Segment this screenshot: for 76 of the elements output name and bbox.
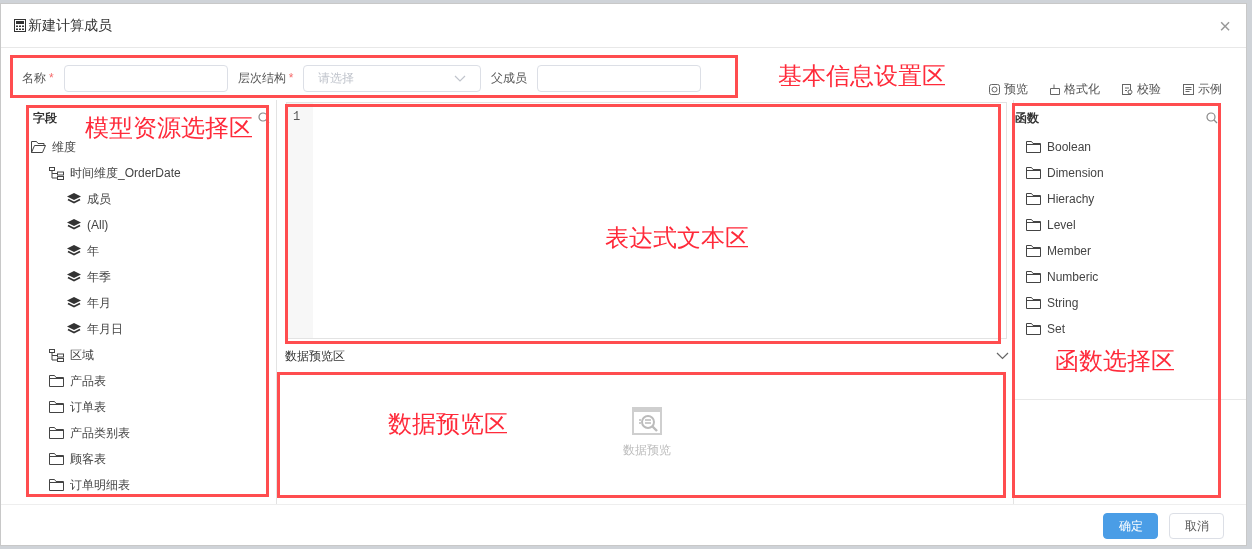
chevron-down-icon (454, 74, 467, 82)
tree-item[interactable]: 顾客表 (70, 450, 106, 468)
document-icon (1183, 83, 1194, 95)
tree-item[interactable]: 产品表 (70, 372, 106, 390)
layers-icon (67, 323, 81, 335)
annotation-label: 表达式文本区 (605, 226, 749, 250)
tree-item[interactable]: 年 (87, 242, 99, 260)
panel-title: 函数 (1015, 110, 1039, 127)
folder-icon (1026, 297, 1041, 309)
format-icon (1050, 83, 1060, 95)
folder-icon (1026, 193, 1041, 205)
function-item[interactable]: Dimension (1047, 164, 1104, 182)
folder-icon (49, 453, 64, 465)
tree-item[interactable]: 成员 (87, 190, 111, 208)
function-item[interactable]: Numberic (1047, 268, 1099, 286)
toolbar-button[interactable]: 校验 (1122, 80, 1161, 98)
toolbar-button[interactable]: 示例 (1183, 80, 1222, 98)
tree-item[interactable]: 年月 (87, 294, 111, 312)
folder-icon (49, 427, 64, 439)
preview-icon (989, 83, 1000, 95)
annotation-label: 函数选择区 (1055, 349, 1175, 373)
layers-icon (67, 193, 81, 205)
folder-icon (49, 401, 64, 413)
dialog-title: 新建计算成员 (28, 16, 112, 35)
function-item[interactable]: Hierachy (1047, 190, 1095, 208)
layers-icon (67, 245, 81, 257)
tree-item[interactable]: 产品类别表 (70, 424, 130, 442)
tree-item[interactable]: 订单表 (70, 398, 106, 416)
tree-item[interactable]: 年季 (87, 268, 111, 286)
layers-icon (67, 271, 81, 283)
required-mark: * (288, 70, 294, 87)
field-label: 层次结构 (237, 70, 286, 87)
toolbar-button[interactable]: 预览 (989, 80, 1028, 98)
search-icon[interactable] (1206, 112, 1218, 124)
layers-icon (67, 219, 81, 231)
tree-item[interactable]: 维度 (52, 138, 76, 156)
folder-icon (1026, 219, 1041, 231)
annotation-label: 数据预览区 (388, 412, 508, 436)
hierarchy-icon (49, 348, 64, 362)
annotation-label: 模型资源选择区 (85, 116, 253, 140)
section-title: 数据预览区 (285, 348, 345, 365)
tree-item[interactable]: (All) (87, 216, 109, 234)
function-item[interactable]: Member (1047, 242, 1091, 260)
empty-state-text: 数据预览 (623, 442, 671, 459)
tree-item[interactable]: 订单明细表 (70, 476, 130, 494)
tree-item[interactable]: 时间维度_OrderDate (70, 164, 181, 182)
function-item[interactable]: Set (1047, 320, 1065, 338)
folder-icon (1026, 323, 1041, 335)
document-check-icon (1122, 83, 1133, 95)
folder-icon (49, 375, 64, 387)
folder-icon (1026, 167, 1041, 179)
function-item[interactable]: String (1047, 294, 1079, 312)
folder-icon (1026, 245, 1041, 257)
folder-open-icon (31, 141, 46, 153)
text-input[interactable] (537, 64, 702, 92)
tree-item[interactable]: 年月日 (87, 320, 123, 338)
tree-item[interactable]: 区域 (70, 346, 94, 364)
folder-icon (1026, 271, 1041, 283)
data-preview-icon (632, 407, 662, 435)
folder-icon (1026, 141, 1041, 153)
hierarchy-icon (49, 166, 64, 180)
field-label: 父成员 (491, 70, 528, 87)
layers-icon (67, 297, 81, 309)
function-item[interactable]: Level (1047, 216, 1076, 234)
cancel-button[interactable]: 取消 (1169, 513, 1224, 539)
panel-title: 字段 (33, 110, 57, 127)
folder-icon (49, 479, 64, 491)
annotation-label: 基本信息设置区 (778, 64, 946, 88)
field-label: 名称 (22, 70, 46, 87)
toolbar-button[interactable]: 格式化 (1050, 80, 1100, 98)
function-item[interactable]: Boolean (1047, 138, 1092, 156)
chevron-down-icon[interactable] (996, 352, 1009, 360)
calculator-icon (14, 19, 26, 32)
required-mark: * (49, 70, 54, 87)
line-number: 1 (293, 109, 302, 126)
text-input[interactable] (63, 64, 228, 92)
